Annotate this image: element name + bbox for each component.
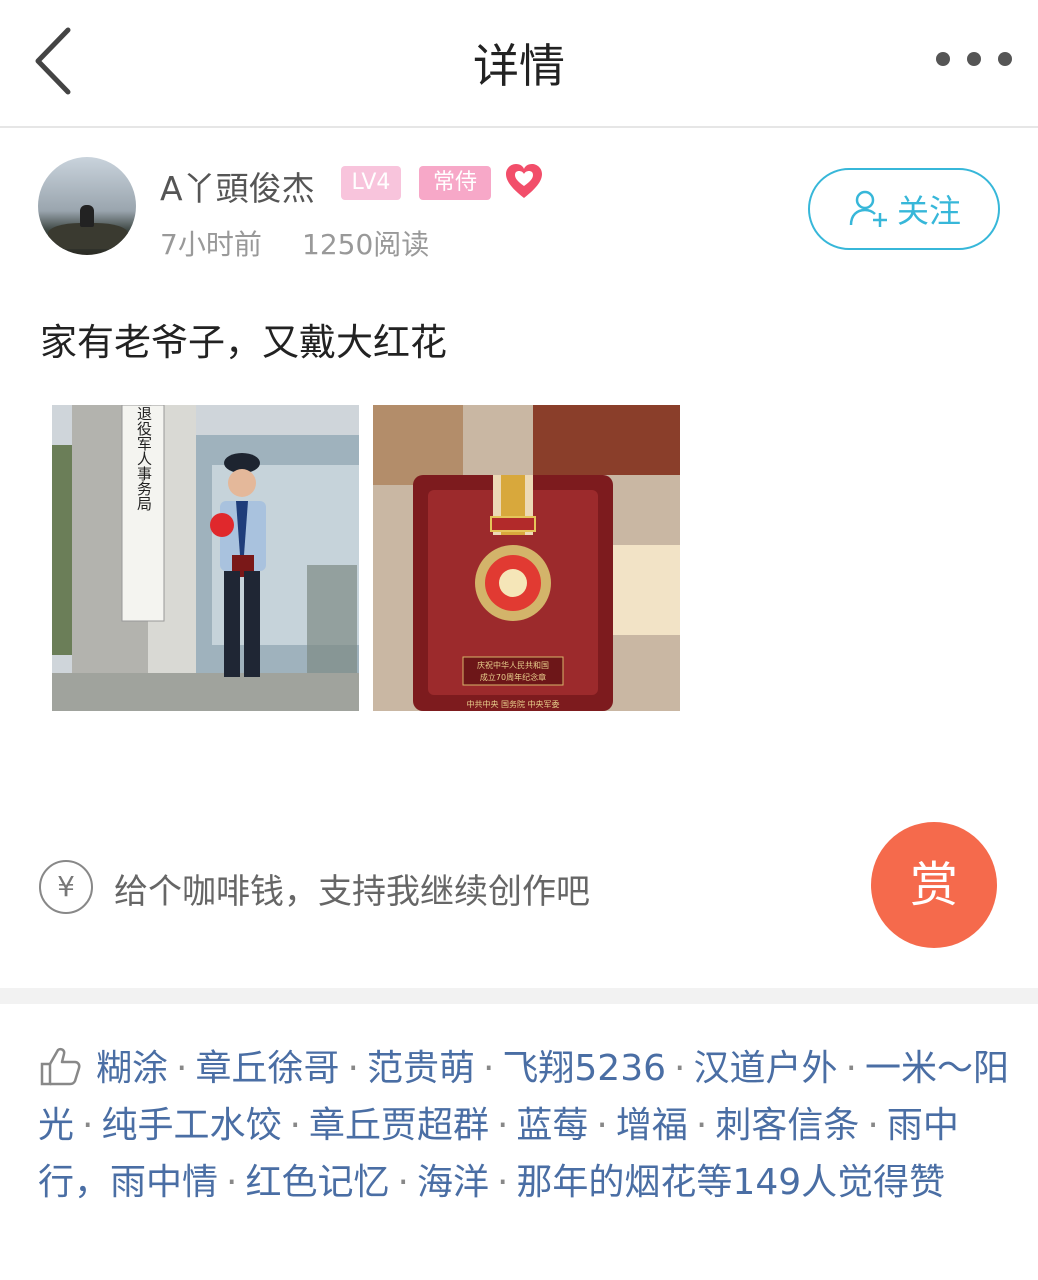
name-separator: · [596,1105,608,1146]
liker-name[interactable]: 飞翔5236 [502,1048,666,1089]
name-separator: · [867,1105,879,1146]
medal-caption-top: 庆祝中华人民共和国 [477,660,549,670]
liker-name[interactable]: 纯手工水饺 [101,1105,281,1146]
section-divider [0,988,1038,1004]
more-horizontal-icon[interactable] [936,44,1012,74]
follow-label: 关注 [896,192,961,230]
name-separator: · [496,1105,509,1146]
liker-name[interactable]: 那年的烟花 [516,1162,696,1203]
liker-name[interactable]: 增福 [616,1105,688,1146]
level-badge: LV4 [341,166,401,200]
office-sign-text: 南市章丘区退役军人事务局 [135,405,152,512]
name-separator: · [347,1048,359,1089]
tip-prompt: 给个咖啡钱，支持我继续创作吧 [114,872,590,912]
liker-name[interactable]: 海洋 [417,1162,489,1203]
heart-icon [504,163,544,201]
medal-caption-bottom: 成立70周年纪念章 [480,672,546,682]
read-count: 1250阅读 [302,228,430,261]
yen-icon: ¥ [39,860,93,914]
post-text: 家有老爷子，又戴大红花 [40,321,447,364]
name-separator: · [397,1162,409,1203]
name-separator: · [496,1162,509,1203]
liker-name[interactable]: 汉道户外 [693,1048,837,1089]
post-time: 7小时前 [160,228,262,261]
liker-name[interactable]: 章丘徐哥 [195,1048,339,1089]
medal-box-footer: 中共中央 国务院 中央军委 [466,699,559,709]
thumbs-up-icon[interactable] [38,1044,82,1088]
liker-name[interactable]: 刺客信条 [715,1105,859,1146]
post-photo-2[interactable]: 庆祝中华人民共和国 成立70周年纪念章 中共中央 国务院 中央军委 [373,405,680,711]
name-separator: · [674,1048,686,1089]
liker-name[interactable]: 蓝莓 [516,1105,588,1146]
name-separator: · [695,1105,708,1146]
name-separator: · [176,1048,188,1089]
follow-button[interactable]: 关注 [808,168,1000,250]
avatar[interactable] [38,157,136,255]
liker-name[interactable]: 章丘贾超群 [309,1105,489,1146]
page-title: 详情 [473,39,565,93]
add-user-icon [849,190,887,227]
name-separator: · [226,1162,238,1203]
top-bar: 详情 [0,0,1038,128]
like-count-text: 等149人觉得赞 [696,1162,946,1203]
name-separator: · [82,1105,94,1146]
rank-badge: 常侍 [419,166,491,200]
name-separator: · [845,1048,857,1089]
liker-name[interactable]: 糊涂 [96,1048,168,1089]
name-separator: · [289,1105,301,1146]
like-list: 糊涂 · 章丘徐哥 · 范贵萌 · 飞翔5236 · 汉道户外 · 一米～阳光 · 纯手工水饺 · 章丘贾超… [38,1040,1018,1211]
post-photo-1[interactable]: 南市章丘区退役军人事务局 [52,405,359,711]
liker-name[interactable]: 范贵萌 [367,1048,475,1089]
liker-name[interactable]: 红色记忆 [245,1162,389,1203]
author-name[interactable]: A丫頭俊杰 [160,162,315,210]
name-separator: · [482,1048,495,1089]
reward-button[interactable]: 赏 [871,822,997,948]
